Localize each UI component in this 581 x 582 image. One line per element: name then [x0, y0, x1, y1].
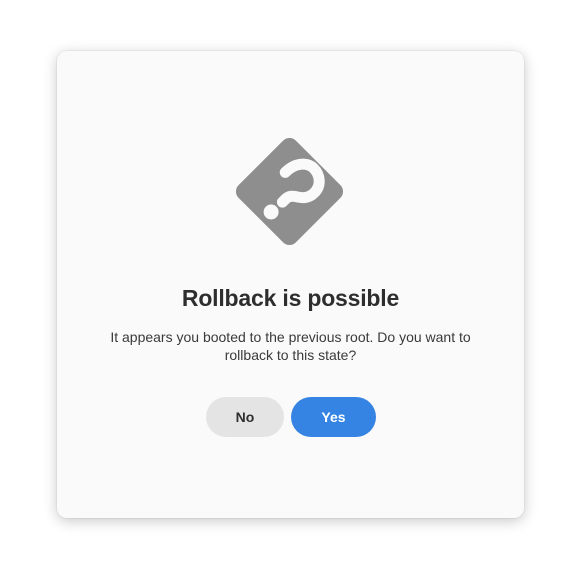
no-button[interactable]: No	[206, 397, 284, 437]
rollback-dialog: Rollback is possible It appears you boot…	[57, 51, 524, 518]
screen-background: Rollback is possible It appears you boot…	[0, 0, 581, 582]
dialog-title: Rollback is possible	[181, 285, 400, 311]
yes-button[interactable]: Yes	[291, 397, 376, 437]
question-diamond-icon	[229, 131, 350, 252]
dialog-message: It appears you booted to the previous ro…	[110, 329, 471, 363]
